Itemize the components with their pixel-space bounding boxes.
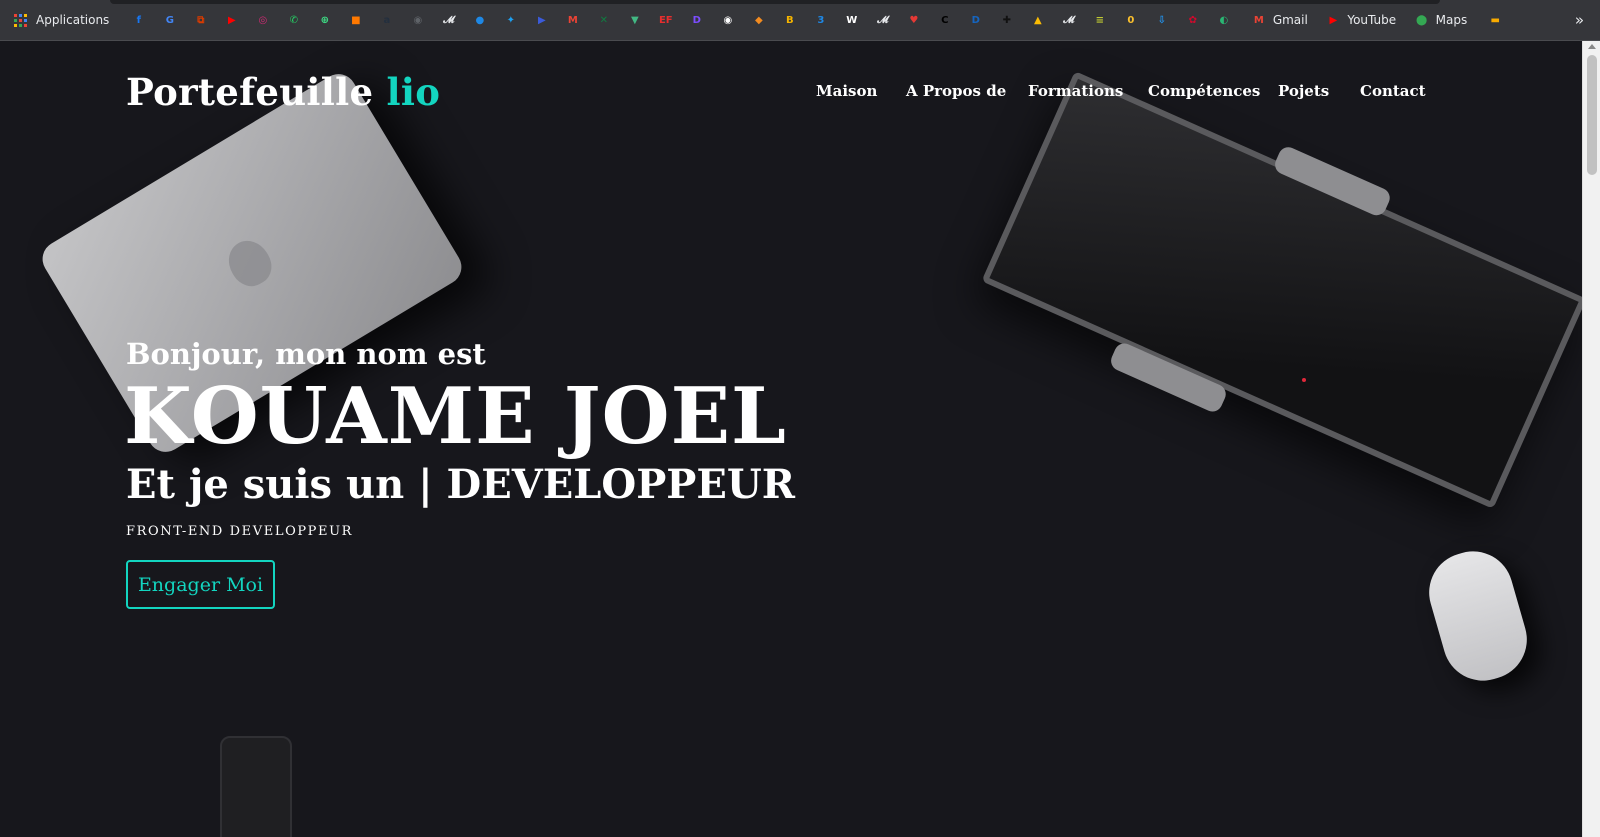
cloud-icon[interactable]: ● [472,12,488,28]
diamond-icon[interactable]: ◆ [751,12,767,28]
page-scrollbar[interactable] [1582,41,1600,837]
d-app-icon[interactable]: D [689,12,705,28]
globe-icon[interactable]: ◉ [410,12,426,28]
nav-contact[interactable]: Contact [1360,82,1426,100]
apps-label: Applications [36,13,110,27]
bookmarks-bar: Applications f G ⧉ ▶ ◎ ✆ ⊕ ■ a ◉ 𝓜 ● ✦ ▶ M ✕ ▼ EF D ◉ ◆ B 3 W 𝓜 ♥… [0,0,1600,41]
android-icon[interactable]: ⊕ [317,12,333,28]
phone-image [220,736,292,837]
record-icon[interactable]: ◉ [720,12,736,28]
nav-a-propos[interactable]: A Propos de [906,82,1006,100]
scroll-up-arrow-icon[interactable] [1588,44,1596,49]
b-app-icon[interactable]: B [782,12,798,28]
red-dot-decoration [1302,378,1306,382]
bookmark-icons: f G ⧉ ▶ ◎ ✆ ⊕ ■ a ◉ 𝓜 ● ✦ ▶ M ✕ ▼ EF D ◉ ◆ B 3 W 𝓜 ♥ C D ✚ ▲ 𝓜 ≡ 0 ⇩ ✿ ◐ [123,12,1239,28]
w-app-icon[interactable]: W [844,12,860,28]
apps-shortcut[interactable]: Applications [14,6,109,34]
hero-greeting: Bonjour, mon nom est [126,337,486,371]
gmail-logo-icon: M [1253,14,1264,26]
nav-maison[interactable]: Maison [816,82,877,100]
excel-icon[interactable]: ✕ [596,12,612,28]
coin-icon[interactable]: 0 [1123,12,1139,28]
nav-formations[interactable]: Formations [1028,82,1123,100]
hero-name: KOUAME JOEL [124,371,787,462]
nav-competences[interactable]: Compétences [1148,82,1260,100]
plus-icon[interactable]: ✚ [999,12,1015,28]
3d-icon[interactable]: 3 [813,12,829,28]
portfolio-page: Portefeuille lio Maison A Propos de Form… [0,41,1582,837]
youtube-logo-icon: ▶ [1329,14,1338,26]
mouse-image [1419,541,1537,691]
bookmark-labeled: M Gmail ▶ YouTube ⬤ Maps [1243,6,1477,34]
instagram-icon[interactable]: ◎ [255,12,271,28]
nav-projets[interactable]: Pojets [1278,82,1329,100]
monitor-screen [981,71,1582,509]
gmail-icon[interactable]: M [565,12,581,28]
logo-main-text: Portefeuille [126,70,374,114]
c-app-icon[interactable]: C [937,12,953,28]
youtube-icon[interactable]: ▶ [224,12,240,28]
facebook-icon[interactable]: f [131,12,147,28]
site-logo[interactable]: Portefeuille lio [126,70,440,114]
google-drive-icon[interactable]: ▲ [1030,12,1046,28]
orange-icon[interactable]: ■ [348,12,364,28]
huawei-icon[interactable]: ✿ [1185,12,1201,28]
bookmark-gmail[interactable]: M Gmail [1243,6,1308,34]
scroll-thumb[interactable] [1587,55,1597,175]
twitter-icon[interactable]: ✦ [503,12,519,28]
google-translate-icon[interactable]: G [162,12,178,28]
script-icon[interactable]: 𝓜 [441,12,457,28]
office-icon[interactable]: ⧉ [193,12,209,28]
dp-icon[interactable]: D [968,12,984,28]
bookmark-label: Gmail [1272,13,1308,27]
hire-me-button[interactable]: Engager Moi [126,560,275,609]
video-icon[interactable]: ▶ [534,12,550,28]
logo-accent-text: lio [386,70,441,114]
download-icon[interactable]: ⇩ [1154,12,1170,28]
amazon-icon[interactable]: a [379,12,395,28]
edge-icon[interactable]: ◐ [1216,12,1232,28]
apple-logo-icon [220,233,279,294]
script2-icon[interactable]: 𝓜 [875,12,891,28]
bookmark-label: YouTube [1347,13,1397,27]
ef-icon[interactable]: EF [658,12,674,28]
bookmark-youtube[interactable]: ▶ YouTube [1318,6,1396,34]
hero-subtitle: FRONT-END DEVELOPPEUR [126,524,354,539]
hero-role: Et je suis un | DEVELOPPEUR [126,461,795,508]
script3-icon[interactable]: 𝓜 [1061,12,1077,28]
bookmark-maps[interactable]: ⬤ Maps [1406,6,1467,34]
vue-icon[interactable]: ▼ [627,12,643,28]
bookmark-label: Maps [1435,13,1468,27]
layers-icon[interactable]: ≡ [1092,12,1108,28]
monitor-image [969,71,1582,536]
bookmarks-overflow-button[interactable]: » [1575,11,1584,29]
whatsapp-icon[interactable]: ✆ [286,12,302,28]
folder-icon[interactable]: ▬ [1487,12,1503,28]
heart-icon[interactable]: ♥ [906,12,922,28]
maps-pin-icon: ⬤ [1416,14,1428,26]
apps-grid-icon [14,13,27,27]
